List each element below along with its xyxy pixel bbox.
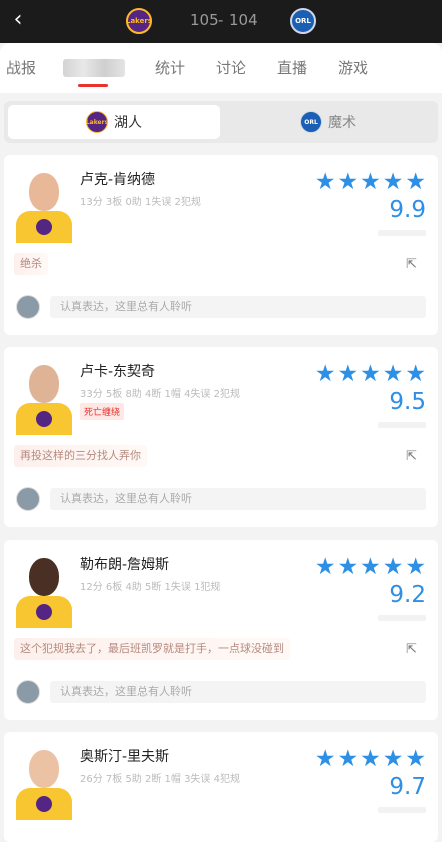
team-toggle-magic[interactable]: ORL 魔术	[222, 105, 434, 139]
avatar	[16, 680, 40, 704]
player-photo	[16, 552, 72, 628]
comment-input[interactable]: 认真表达，这里总有人聆听	[50, 681, 426, 703]
player-photo	[16, 359, 72, 435]
avatar	[16, 487, 40, 511]
chevron-left-icon[interactable]: ‹	[6, 8, 30, 32]
star-icon[interactable]: ★	[383, 556, 404, 579]
player-name: 奥斯汀-里夫斯	[80, 749, 170, 765]
player-card: 勒布朗-詹姆斯 12分 6板 4助 5断 1失误 1犯规 ★ ★ ★ ★ ★ 9.2 这…	[4, 540, 438, 720]
top-comment[interactable]: 这个犯规我去了，最后班凯罗就是打手，一点球没碰到	[14, 638, 290, 660]
tab-blurred[interactable]	[63, 59, 125, 77]
player-name: 卢克-肯纳德	[80, 172, 156, 188]
player-stats: 26分 7板 5助 2断 1帽 3失误 4犯规	[80, 774, 240, 785]
rating-bar	[378, 807, 426, 813]
avatar	[16, 295, 40, 319]
star-icon[interactable]: ★	[360, 363, 381, 386]
star-icon[interactable]: ★	[338, 556, 359, 579]
share-icon[interactable]: ⇱	[406, 258, 420, 272]
player-card: 奥斯汀-里夫斯 26分 7板 5助 2断 1帽 3失误 4犯规 ★ ★ ★ ★ ★ 9.…	[4, 732, 438, 842]
star-icon[interactable]: ★	[405, 171, 426, 194]
rating-stars[interactable]: ★ ★ ★ ★ ★	[315, 748, 426, 771]
star-icon[interactable]: ★	[383, 363, 404, 386]
star-icon[interactable]: ★	[383, 171, 404, 194]
team-label: 魔术	[328, 115, 356, 131]
tab-report[interactable]: 战报	[6, 57, 36, 78]
star-icon[interactable]: ★	[405, 363, 426, 386]
player-stats: 13分 3板 0助 1失误 2犯规	[80, 197, 201, 208]
score-separator: -	[218, 11, 224, 29]
player-rating: 9.5	[389, 389, 426, 415]
comment-input[interactable]: 认真表达，这里总有人聆听	[50, 488, 426, 510]
player-rating: 9.9	[389, 197, 426, 223]
team-toggle-lakers[interactable]: Lakers 湖人	[8, 105, 220, 139]
comment-input[interactable]: 认真表达，这里总有人聆听	[50, 296, 426, 318]
tab-games[interactable]: 游戏	[338, 57, 368, 78]
away-score: 104	[229, 11, 258, 29]
player-tag: 死亡缠绕	[80, 403, 125, 420]
star-icon[interactable]: ★	[360, 748, 381, 771]
player-photo	[16, 167, 72, 243]
player-rating: 9.7	[389, 774, 426, 800]
player-rating: 9.2	[389, 582, 426, 608]
share-icon[interactable]: ⇱	[406, 450, 420, 464]
active-tab-indicator	[78, 84, 108, 87]
rating-bar	[378, 615, 426, 621]
star-icon[interactable]: ★	[360, 556, 381, 579]
lakers-logo: Lakers	[126, 8, 152, 34]
star-icon[interactable]: ★	[405, 556, 426, 579]
top-comment[interactable]: 再投这样的三分找人弄你	[14, 445, 147, 467]
tab-bar: 战报 统计 讨论 直播 游戏	[0, 43, 442, 93]
top-bar: ‹ Lakers 105 - 104 ORL	[0, 0, 442, 43]
team-label: 湖人	[114, 115, 142, 131]
player-name: 卢卡-东契奇	[80, 364, 156, 380]
star-icon[interactable]: ★	[315, 171, 336, 194]
rating-stars[interactable]: ★ ★ ★ ★ ★	[315, 556, 426, 579]
tab-stats[interactable]: 统计	[155, 57, 185, 78]
player-stats: 33分 5板 8助 4断 1帽 4失误 2犯规	[80, 389, 240, 400]
player-stats: 12分 6板 4助 5断 1失误 1犯规	[80, 582, 221, 593]
rating-stars[interactable]: ★ ★ ★ ★ ★	[315, 363, 426, 386]
star-icon[interactable]: ★	[338, 363, 359, 386]
rating-stars[interactable]: ★ ★ ★ ★ ★	[315, 171, 426, 194]
star-icon[interactable]: ★	[383, 748, 404, 771]
tab-live[interactable]: 直播	[277, 57, 307, 78]
player-card: 卢克-肯纳德 13分 3板 0助 1失误 2犯规 ★ ★ ★ ★ ★ 9.9 绝杀 ⇱ …	[4, 155, 438, 335]
star-icon[interactable]: ★	[360, 171, 381, 194]
tab-discussion[interactable]: 讨论	[216, 57, 246, 78]
star-icon[interactable]: ★	[338, 748, 359, 771]
magic-logo: ORL	[290, 8, 316, 34]
home-score: 105	[190, 11, 219, 29]
lakers-logo: Lakers	[86, 111, 108, 133]
star-icon[interactable]: ★	[405, 748, 426, 771]
top-comment[interactable]: 绝杀	[14, 253, 48, 275]
star-icon[interactable]: ★	[338, 171, 359, 194]
star-icon[interactable]: ★	[315, 748, 336, 771]
rating-bar	[378, 230, 426, 236]
star-icon[interactable]: ★	[315, 363, 336, 386]
star-icon[interactable]: ★	[315, 556, 336, 579]
player-name: 勒布朗-詹姆斯	[80, 557, 170, 573]
player-photo	[16, 744, 72, 820]
share-icon[interactable]: ⇱	[406, 643, 420, 657]
player-card: 卢卡-东契奇 33分 5板 8助 4断 1帽 4失误 2犯规 死亡缠绕 ★ ★ ★ ★…	[4, 347, 438, 527]
team-toggle: Lakers 湖人 ORL 魔术	[4, 101, 438, 143]
rating-bar	[378, 422, 426, 428]
magic-logo: ORL	[300, 111, 322, 133]
